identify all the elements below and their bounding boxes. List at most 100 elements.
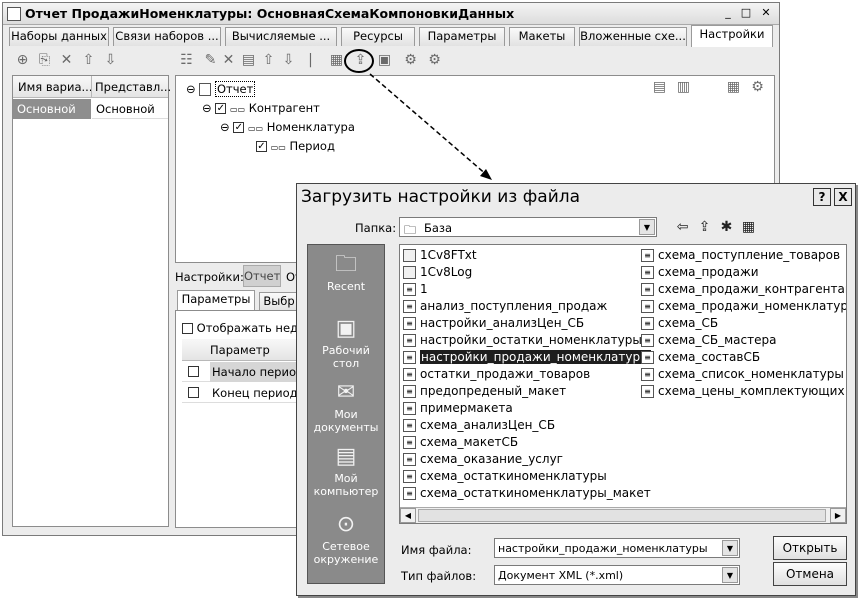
back-icon[interactable]: ⇦ [675, 220, 690, 235]
file-item[interactable]: ≡ схема_анализЦен_СБ [402, 417, 555, 434]
scroll-left-icon[interactable]: ◀ [400, 508, 416, 523]
xml-file-icon: ≡ [403, 436, 416, 449]
settings-value-button[interactable]: Отчет [243, 265, 281, 287]
tab-nested[interactable]: Вложенные схе... [579, 27, 687, 46]
file-item[interactable]: ≡ 1 [402, 281, 428, 298]
file-item[interactable]: ≡ схема_цены_комплектующих [640, 383, 845, 400]
file-item[interactable]: ≡ схема_продажи_номенклатуры [640, 298, 846, 315]
tree-tool-2-icon[interactable]: ▥ [676, 80, 691, 95]
delete-icon[interactable]: ✕ [59, 53, 74, 68]
chevron-down-icon[interactable]: ▼ [639, 219, 655, 235]
maximize-icon[interactable]: □ [738, 7, 754, 21]
move-up-icon[interactable]: ⇧ [81, 53, 96, 68]
add-icon[interactable]: ⊕ [15, 53, 30, 68]
delete-icon[interactable]: ✕ [221, 53, 236, 68]
structure-add-icon[interactable]: ☷ [179, 53, 194, 68]
cancel-button[interactable]: Отмена [773, 562, 847, 586]
filename-combo[interactable]: настройки_продажи_номенклатуры ▼ [494, 538, 740, 558]
view-menu-icon[interactable]: ▦ [741, 220, 756, 235]
close-icon[interactable]: ✕ [758, 7, 774, 21]
params-header: Параметр [182, 339, 300, 361]
tab-datasets[interactable]: Наборы данных [9, 27, 109, 46]
file-item[interactable]: ≡ остатки_продажи_товаров [402, 366, 590, 383]
tree-tool-4-icon[interactable]: ⚙ [750, 80, 765, 95]
help-button[interactable]: ? [813, 188, 831, 206]
new-folder-icon[interactable]: ✱ [719, 220, 734, 235]
place-recent[interactable]: 🗀 Recent [308, 253, 384, 294]
tree-item-nomenclature[interactable]: ⊖ ✓ ▭▭ Номенклатура [220, 120, 355, 134]
file-item[interactable]: ≡ схема_СБ_мастера [640, 332, 776, 349]
tab-calculated[interactable]: Вычисляемые ... [225, 27, 337, 46]
file-name: схема_СБ [658, 316, 719, 330]
place-computer[interactable]: ▤ Мой компьютер [308, 445, 384, 499]
up-folder-icon[interactable]: ⇪ [697, 220, 712, 235]
tab-layouts[interactable]: Макеты [509, 27, 575, 46]
open-button[interactable]: Открыть [773, 536, 847, 560]
move-up-icon[interactable]: ⇧ [261, 53, 276, 68]
param-row[interactable]: Конец периода [182, 383, 305, 403]
file-item[interactable]: ≡ схема_оказание_услуг [402, 451, 563, 468]
file-item[interactable]: ≡ предопреденый_макет [402, 383, 566, 400]
settings-a-icon[interactable]: ⚙ [403, 53, 418, 68]
folder-combo[interactable]: 🗀 База ▼ [399, 217, 657, 237]
filename-value[interactable]: настройки_продажи_номенклатуры [498, 542, 708, 555]
tree-root[interactable]: ⊖ Отчет [186, 81, 256, 97]
file-item[interactable]: ≡ схема_остаткиноменклатуры_макет [402, 485, 651, 502]
move-down-icon[interactable]: ⇩ [103, 53, 118, 68]
scroll-right-icon[interactable]: ▶ [830, 508, 846, 523]
dialog-close-button[interactable]: X [834, 188, 852, 206]
file-item[interactable]: ≡ схема_СБ [640, 315, 718, 332]
xml-file-icon: ≡ [641, 368, 654, 381]
file-item[interactable]: ≡ анализ_поступления_продаж [402, 298, 607, 315]
file-item[interactable]: ≡ схема_продажи_контрагентам [640, 281, 846, 298]
horizontal-scrollbar[interactable]: ◀ ▶ [400, 507, 846, 523]
xml-file-icon: ≡ [641, 300, 654, 313]
file-name: схема_продажи [658, 265, 759, 279]
copy-icon[interactable]: ⎘ [37, 53, 52, 68]
tree-item-period[interactable]: ✓ ▭▭ Период [256, 139, 335, 153]
file-item[interactable]: ≡ схема_остаткиноменклатуры [402, 468, 607, 485]
tree-tool-3-icon[interactable]: ▦ [726, 80, 741, 95]
tree-tool-1-icon[interactable]: ▤ [652, 80, 667, 95]
file-item[interactable]: ≡ схема_продажи [640, 264, 759, 281]
tab-settings[interactable]: Настройки [691, 25, 773, 47]
file-name: 1Cv8Log [420, 265, 473, 279]
default-settings-icon[interactable]: ▣ [377, 53, 392, 68]
file-item[interactable]: ≡ настройки_анализЦен_СБ [402, 315, 584, 332]
file-item[interactable]: ≡ настройки_продажи_номенклатуры [402, 349, 651, 366]
subtab-parameters[interactable]: Параметры [177, 290, 255, 310]
variant-name-cell[interactable]: Основной [13, 99, 91, 119]
save-settings-icon[interactable]: ▦ [329, 53, 344, 68]
variant-repr-cell[interactable]: Основной [92, 99, 168, 119]
minimize-icon[interactable]: _ [720, 7, 736, 21]
folder-item[interactable]: 1Cv8FTxt [402, 247, 477, 264]
edit-icon[interactable]: ✎ [203, 53, 218, 68]
group-icon[interactable]: ▤ [241, 53, 256, 68]
place-documents[interactable]: ✉ Мои документы [308, 381, 384, 435]
param-row[interactable]: Начало периода [182, 362, 311, 382]
file-item[interactable]: ≡ настройки_остатки_номенклатуры [402, 332, 642, 349]
file-item[interactable]: ≡ схема_составСБ [640, 349, 760, 366]
folder-item[interactable]: 1Cv8Log [402, 264, 472, 281]
scroll-thumb[interactable] [418, 509, 826, 522]
file-item[interactable]: ≡ схема_поступление_товаров [640, 247, 840, 264]
file-item[interactable]: ≡ схема_макетСБ [402, 434, 518, 451]
tab-links[interactable]: Связи наборов ... [113, 27, 221, 46]
settings-b-icon[interactable]: ⚙ [427, 53, 442, 68]
dialog-title: Загрузить настройки из файла [301, 187, 581, 207]
tab-resources[interactable]: Ресурсы [341, 27, 415, 46]
report-icon [7, 7, 21, 21]
file-item[interactable]: ≡ схема_список_номенклатуры [640, 366, 844, 383]
move-down-icon[interactable]: ⇩ [281, 53, 296, 68]
place-desktop[interactable]: ▣ Рабочий стол [308, 317, 384, 371]
parameters-panel: Отображать недост Параметр Начало период… [175, 310, 318, 528]
subtab-selection[interactable]: Выбр [259, 292, 299, 310]
tab-parameters[interactable]: Параметры [419, 27, 505, 46]
tree-item-counterparty[interactable]: ⊖ ✓ ▭▭ Контрагент [202, 101, 320, 115]
file-item[interactable]: ≡ примермакета [402, 400, 513, 417]
chevron-down-icon[interactable]: ▼ [722, 567, 738, 583]
filetype-combo[interactable]: Документ XML (*.xml) ▼ [494, 565, 740, 585]
chevron-down-icon[interactable]: ▼ [722, 540, 738, 556]
file-name: схема_цены_комплектующих [658, 384, 845, 398]
place-network[interactable]: ⊙ Сетевое окружение [308, 513, 384, 567]
